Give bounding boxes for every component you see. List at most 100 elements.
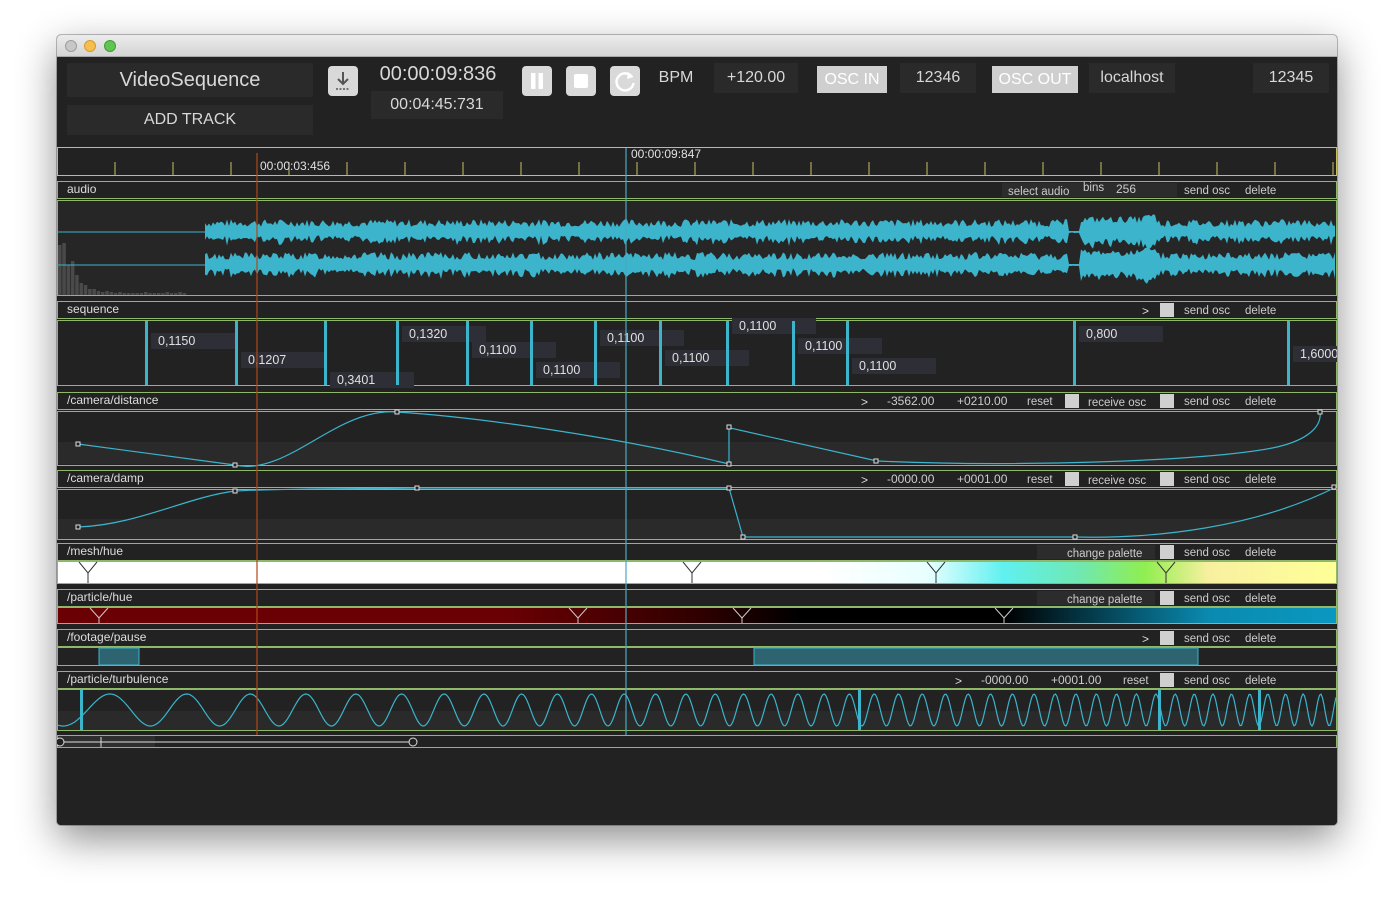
sequence-key[interactable] <box>1073 321 1076 385</box>
close-window-button[interactable] <box>65 40 77 52</box>
track-name: audio <box>67 182 97 196</box>
spectrum-bar <box>92 289 96 295</box>
keyframe[interactable] <box>414 485 420 491</box>
pause-region[interactable] <box>98 647 140 666</box>
keyframe[interactable] <box>232 462 238 468</box>
keyframe[interactable] <box>232 488 238 494</box>
spectrum-bar <box>139 293 144 295</box>
keyframe[interactable] <box>740 534 746 540</box>
change-palette-button[interactable]: change palette <box>1067 548 1142 560</box>
keyframe[interactable] <box>1317 409 1323 415</box>
send-osc-checkbox[interactable] <box>1160 394 1174 408</box>
delete-button[interactable]: delete <box>1245 675 1276 687</box>
range-max[interactable]: +0001.00 <box>1051 673 1102 687</box>
receive-osc-label: receive osc <box>1088 397 1146 409</box>
delete-button[interactable]: delete <box>1245 593 1276 605</box>
bins-label: bins <box>1083 182 1104 194</box>
delete-button[interactable]: delete <box>1245 474 1276 486</box>
main-content: VideoSequence ADD TRACK 00:00:09:836 00:… <box>57 57 1337 825</box>
spectrum-bar <box>96 291 101 295</box>
sequence-key[interactable] <box>659 321 662 385</box>
zoom-handle-right[interactable] <box>408 737 418 747</box>
keyframe[interactable] <box>75 524 81 530</box>
expand-arrow[interactable]: > <box>861 473 868 487</box>
ruler-marker-left: 00:00:03:456 <box>260 159 330 173</box>
app-window: VideoSequence ADD TRACK 00:00:09:836 00:… <box>57 35 1337 825</box>
keyframe[interactable] <box>726 485 732 491</box>
delete-button[interactable]: delete <box>1245 305 1276 317</box>
sequence-value: 0,1100 <box>805 339 842 353</box>
select-audio-button[interactable]: select audio <box>1008 186 1069 198</box>
expand-arrow[interactable]: > <box>1142 304 1149 318</box>
delete-button[interactable]: delete <box>1245 185 1276 197</box>
sequence-key[interactable] <box>726 321 729 385</box>
mesh-hue-gradient[interactable] <box>57 561 1337 584</box>
sequence-key[interactable] <box>324 321 327 385</box>
send-osc-checkbox[interactable] <box>1160 472 1174 486</box>
delete-button[interactable]: delete <box>1245 396 1276 408</box>
delete-button[interactable]: delete <box>1245 547 1276 559</box>
receive-osc-checkbox[interactable] <box>1065 394 1079 408</box>
spectrum-bar <box>83 285 88 295</box>
bins-value[interactable]: 256 <box>1116 182 1136 196</box>
track-camera-distance: /camera/distance > -3562.00 +0210.00 res… <box>57 392 1337 468</box>
sequence-key[interactable] <box>396 321 399 385</box>
spectrum-bar <box>122 293 126 295</box>
sequence-key[interactable] <box>846 321 849 385</box>
send-osc-checkbox[interactable] <box>1160 545 1174 559</box>
zoom-window-button[interactable] <box>104 40 116 52</box>
turbulence-key[interactable] <box>858 690 861 730</box>
send-osc-checkbox[interactable] <box>1160 591 1174 605</box>
sequence-key[interactable] <box>145 321 148 385</box>
send-osc-checkbox[interactable] <box>1160 631 1174 645</box>
keyframe[interactable] <box>726 424 732 430</box>
reset-button[interactable]: reset <box>1123 675 1149 687</box>
range-max[interactable]: +0210.00 <box>957 394 1008 408</box>
expand-arrow[interactable]: > <box>1142 632 1149 646</box>
sequence-value: 0,1320 <box>409 327 447 341</box>
spectrum-bar <box>144 292 148 295</box>
zoom-scrollbar[interactable] <box>57 735 1337 748</box>
keyframe[interactable] <box>75 441 81 447</box>
receive-osc-checkbox[interactable] <box>1065 472 1079 486</box>
turbulence-key[interactable] <box>1258 690 1261 730</box>
particle-hue-gradient[interactable] <box>57 607 1337 624</box>
range-max[interactable]: +0001.00 <box>957 472 1008 486</box>
keyframe[interactable] <box>1072 534 1078 540</box>
sequence-key[interactable] <box>1287 321 1290 385</box>
send-osc-checkbox[interactable] <box>1160 303 1174 317</box>
keyframe[interactable] <box>873 458 879 464</box>
sequence-key[interactable] <box>235 321 238 385</box>
range-min[interactable]: -0000.00 <box>981 673 1029 687</box>
reset-button[interactable]: reset <box>1027 474 1053 486</box>
range-min[interactable]: -3562.00 <box>887 394 935 408</box>
sequence-key[interactable] <box>792 321 795 385</box>
minimize-window-button[interactable] <box>84 40 96 52</box>
sequence-key[interactable] <box>530 321 533 385</box>
spectrum-bar <box>169 293 174 295</box>
range-min[interactable]: -0000.00 <box>887 472 935 486</box>
sequence-key[interactable] <box>466 321 469 385</box>
sequence-value: 0,1100 <box>479 343 516 357</box>
sequence-key[interactable] <box>594 321 597 385</box>
spectrum-bar <box>135 293 139 295</box>
zoom-handle-left[interactable] <box>57 737 65 747</box>
keyframe[interactable] <box>394 409 400 415</box>
send-osc-checkbox[interactable] <box>1160 673 1174 687</box>
turbulence-key[interactable] <box>80 690 83 730</box>
pause-region[interactable] <box>753 647 1199 666</box>
expand-arrow[interactable]: > <box>861 395 868 409</box>
turbulence-key[interactable] <box>1158 690 1161 730</box>
sequence-value: 0,3401 <box>337 373 375 387</box>
send-osc-label: send osc <box>1184 474 1230 486</box>
keyframe[interactable] <box>726 461 732 467</box>
spectrum-bar <box>131 293 135 295</box>
spectrum-bar <box>105 291 109 295</box>
expand-arrow[interactable]: > <box>955 674 962 688</box>
delete-button[interactable]: delete <box>1245 633 1276 645</box>
spectrum-bar <box>178 292 182 295</box>
send-osc-label: send osc <box>1184 547 1230 559</box>
keyframe[interactable] <box>1331 484 1337 490</box>
reset-button[interactable]: reset <box>1027 396 1053 408</box>
change-palette-button[interactable]: change palette <box>1067 594 1142 606</box>
